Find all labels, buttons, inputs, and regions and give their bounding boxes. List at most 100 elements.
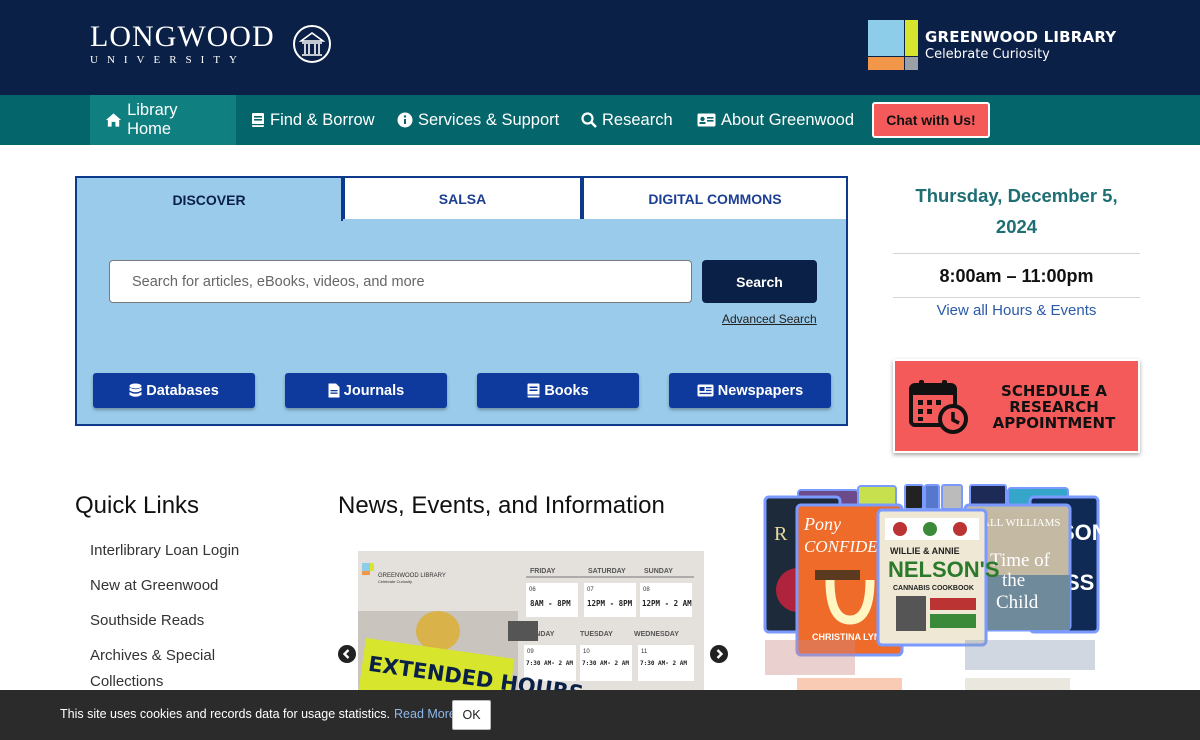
quick-link-interlibrary-loan[interactable]: Interlibrary Loan Login <box>90 538 290 564</box>
book-covers-graphic: R SON SS ALL WILLIAMS Time of the Child … <box>763 484 1108 693</box>
databases-button[interactable]: Databases <box>93 373 255 408</box>
slide-date: 09 <box>527 649 534 655</box>
nav-label: Services & Support <box>418 110 560 129</box>
tab-salsa[interactable]: SALSA <box>343 176 582 219</box>
appointment-label: SCHEDULE A RESEARCH APPOINTMENT <box>992 382 1116 432</box>
search-panel-body: Search for articles, eBooks, videos, and… <box>75 217 848 426</box>
rotunda-seal-icon <box>292 24 332 69</box>
greenwood-logo[interactable]: GREENWOOD LIBRARY Celebrate Curiosity <box>868 20 1116 70</box>
slide-hours: 7:30 AM- 2 AM <box>526 660 573 667</box>
svg-text:ALL WILLIAMS: ALL WILLIAMS <box>982 517 1061 529</box>
cookie-message: This site uses cookies and records data … <box>60 707 456 721</box>
journals-button[interactable]: Journals <box>285 373 447 408</box>
svg-text:WILLIE & ANNIE: WILLIE & ANNIE <box>890 546 960 556</box>
home-icon <box>105 113 122 127</box>
svg-text:NELSON'S: NELSON'S <box>888 557 1000 582</box>
journals-label: Journals <box>343 382 405 399</box>
slide-day: SUNDAY <box>644 568 673 575</box>
extended-hours-slide-graphic: GREENWOOD LIBRARY Celebrate Curiosity FR… <box>358 551 704 701</box>
carousel-next-button[interactable] <box>710 645 728 663</box>
longwood-logo[interactable]: LONGWOOD UNIVERSITY <box>90 20 275 67</box>
divider <box>893 297 1140 298</box>
id-card-icon <box>697 113 716 127</box>
schedule-appointment-button[interactable]: SCHEDULE A RESEARCH APPOINTMENT <box>893 359 1140 453</box>
greenwood-mark-icon <box>868 20 918 70</box>
slide-date: 10 <box>583 649 590 655</box>
advanced-search-link[interactable]: Advanced Search <box>722 312 817 326</box>
books-button[interactable]: Books <box>477 373 639 408</box>
quick-link-archives[interactable]: Archives & Special Collections <box>90 643 240 695</box>
slide-day: SATURDAY <box>588 568 626 575</box>
search-input[interactable]: Search for articles, eBooks, videos, and… <box>109 260 692 303</box>
hours-time: 8:00am – 11:00pm <box>939 266 1094 286</box>
university-sub: UNIVERSITY <box>90 54 246 66</box>
svg-text:R: R <box>774 523 788 545</box>
nav-label: Research <box>602 110 673 129</box>
quick-link-new-at-greenwood[interactable]: New at Greenwood <box>90 573 290 599</box>
library-tagline: Celebrate Curiosity <box>925 47 1050 62</box>
slide-logo-sub: Celebrate Curiosity <box>378 579 412 584</box>
hours-widget: Thursday, December 5, 2024 8:00am – 11:0… <box>893 180 1140 319</box>
newspaper-icon <box>697 384 714 397</box>
slide-date: 07 <box>587 587 594 593</box>
slide-hours: 7:30 AM- 2 AM <box>640 660 687 667</box>
nav-item-find-borrow[interactable]: Find & Borrow <box>236 95 390 145</box>
quick-link-southside-reads[interactable]: Southside Reads <box>90 608 290 634</box>
cookie-text: This site uses cookies and records data … <box>60 707 391 721</box>
search-button[interactable]: Search <box>702 260 817 303</box>
nav-label: Find & Borrow <box>270 110 375 129</box>
slide-day: TUESDAY <box>580 631 613 638</box>
nav-label: About Greenwood <box>721 110 855 129</box>
tab-discover[interactable]: DISCOVER <box>75 176 343 221</box>
tab-digital-commons[interactable]: DIGITAL COMMONS <box>582 176 848 219</box>
calendar-clock-icon <box>909 379 969 440</box>
chevron-right-icon <box>716 649 724 659</box>
slide-hours: 12PM - 2 AM <box>642 599 692 608</box>
quick-links-list: Interlibrary Loan Login New at Greenwood… <box>90 538 290 704</box>
slide-date: 11 <box>641 649 648 655</box>
quick-links-title: Quick Links <box>75 492 200 519</box>
database-icon <box>129 383 142 397</box>
cookie-ok-button[interactable]: OK <box>452 700 491 730</box>
slide-hours: 8AM - 8PM <box>530 599 571 608</box>
university-name: LONGWOOD <box>90 20 275 53</box>
main-nav: Library Home Find & Borrow Services & Su… <box>0 95 1200 145</box>
cookie-read-more-link[interactable]: Read More <box>394 707 456 721</box>
slide-date: 08 <box>643 587 650 593</box>
carousel-prev-button[interactable] <box>338 645 356 663</box>
databases-label: Databases <box>146 382 219 399</box>
site-header: LONGWOOD UNIVERSITY GREENWOOD LIBRARY Ce… <box>0 0 1200 95</box>
news-title: News, Events, and Information <box>338 492 665 519</box>
svg-text:CANNABIS COOKBOOK: CANNABIS COOKBOOK <box>893 585 974 592</box>
file-icon <box>328 383 340 398</box>
slide-day: MONDAY <box>524 631 555 638</box>
search-icon <box>581 112 597 128</box>
book-icon <box>527 383 540 398</box>
hours-date: Thursday, December 5, 2024 <box>915 185 1118 237</box>
search-panel: Search for articles, eBooks, videos, and… <box>75 176 848 426</box>
new-books-display[interactable]: R SON SS ALL WILLIAMS Time of the Child … <box>760 480 1108 695</box>
svg-text:Pony: Pony <box>803 514 841 534</box>
nav-item-about-greenwood[interactable]: About Greenwood <box>682 95 869 145</box>
chevron-left-icon <box>342 649 350 659</box>
newspapers-label: Newspapers <box>717 382 804 399</box>
view-hours-link[interactable]: View all Hours & Events <box>893 302 1140 319</box>
book-icon <box>252 113 264 127</box>
slide-hours: 12PM - 8PM <box>587 599 633 608</box>
slide-day: WEDNESDAY <box>634 631 679 638</box>
news-slide[interactable]: GREENWOOD LIBRARY Celebrate Curiosity FR… <box>358 551 704 701</box>
nav-label: Library Home <box>127 101 178 138</box>
nav-item-library-home[interactable]: Library Home <box>90 95 236 145</box>
svg-text:Child: Child <box>996 592 1039 613</box>
slide-hours: 7:30 AM- 2 AM <box>582 660 629 667</box>
cookie-banner: This site uses cookies and records data … <box>0 690 1200 740</box>
newspapers-button[interactable]: Newspapers <box>669 373 831 408</box>
nav-item-research[interactable]: Research <box>566 95 688 145</box>
books-label: Books <box>544 382 589 399</box>
info-icon <box>397 112 413 128</box>
slide-day: FRIDAY <box>530 568 556 575</box>
slide-date: 06 <box>529 587 536 593</box>
chat-button[interactable]: Chat with Us! <box>872 102 990 138</box>
library-name: GREENWOOD LIBRARY <box>925 28 1117 46</box>
nav-item-services-support[interactable]: Services & Support <box>382 95 574 145</box>
